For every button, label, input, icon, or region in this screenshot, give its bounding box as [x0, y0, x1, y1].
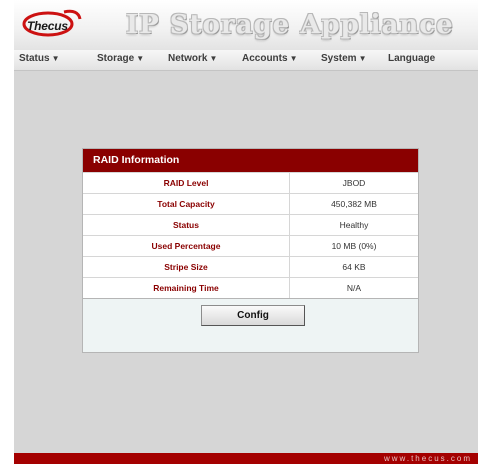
status-value: Healthy [289, 214, 418, 236]
menu-accounts-label: Accounts [242, 53, 288, 64]
menu-status-label: Status [19, 53, 50, 64]
menu-accounts[interactable]: Accounts ▼ [242, 53, 297, 64]
raid-level-label: RAID Level [83, 172, 290, 194]
raid-level-value: JBOD [289, 172, 418, 194]
remaining-time-label: Remaining Time [83, 277, 290, 298]
app-title: IP Storage Appliance [126, 10, 454, 40]
table-row: Total Capacity 450,382 MB [83, 193, 418, 215]
raid-information-panel: RAID Information RAID Level JBOD Total C… [82, 148, 419, 353]
footer-url: www.thecus.com [383, 454, 472, 463]
stripe-size-value: 64 KB [289, 256, 418, 278]
used-percentage-value: 10 MB (0%) [289, 235, 418, 257]
used-percentage-label: Used Percentage [83, 235, 290, 257]
footer-bar: www.thecus.com [14, 453, 478, 464]
table-row: RAID Level JBOD [83, 172, 418, 194]
chevron-down-icon: ▼ [209, 54, 218, 63]
total-capacity-label: Total Capacity [83, 193, 290, 215]
table-row: Remaining Time N/A [83, 277, 418, 298]
config-button[interactable]: Config [201, 305, 305, 326]
panel-title: RAID Information [83, 149, 418, 172]
button-row: Config [83, 298, 418, 333]
table-row: Stripe Size 64 KB [83, 256, 418, 278]
chevron-down-icon: ▼ [358, 54, 367, 63]
menu-network-label: Network [168, 53, 208, 64]
main-menubar: Status ▼ Storage ▼ Network ▼ Accounts ▼ Syst… [14, 50, 478, 71]
raid-info-table: RAID Level JBOD Total Capacity 450,382 M… [83, 172, 418, 298]
menu-status[interactable]: Status ▼ [19, 53, 59, 64]
menu-network[interactable]: Network ▼ [168, 53, 217, 64]
total-capacity-value: 450,382 MB [289, 193, 418, 215]
header-banner: Thecus IP Storage Appliance [14, 0, 478, 50]
stripe-size-label: Stripe Size [83, 256, 290, 278]
thecus-logo: Thecus [20, 7, 84, 39]
menu-system[interactable]: System ▼ [321, 53, 367, 64]
menu-language[interactable]: Language [388, 53, 435, 64]
app-window: Thecus IP Storage Appliance Status ▼ Stor… [14, 0, 478, 464]
chevron-down-icon: ▼ [289, 54, 298, 63]
table-row: Used Percentage 10 MB (0%) [83, 235, 418, 257]
logo-text: Thecus [27, 19, 68, 33]
menu-storage-label: Storage [97, 53, 135, 64]
chevron-down-icon: ▼ [51, 54, 60, 63]
remaining-time-value: N/A [289, 277, 418, 298]
table-row: Status Healthy [83, 214, 418, 236]
menu-system-label: System [321, 53, 357, 64]
menu-storage[interactable]: Storage ▼ [97, 53, 144, 64]
status-label: Status [83, 214, 290, 236]
chevron-down-icon: ▼ [136, 54, 145, 63]
menu-language-label: Language [388, 53, 436, 64]
